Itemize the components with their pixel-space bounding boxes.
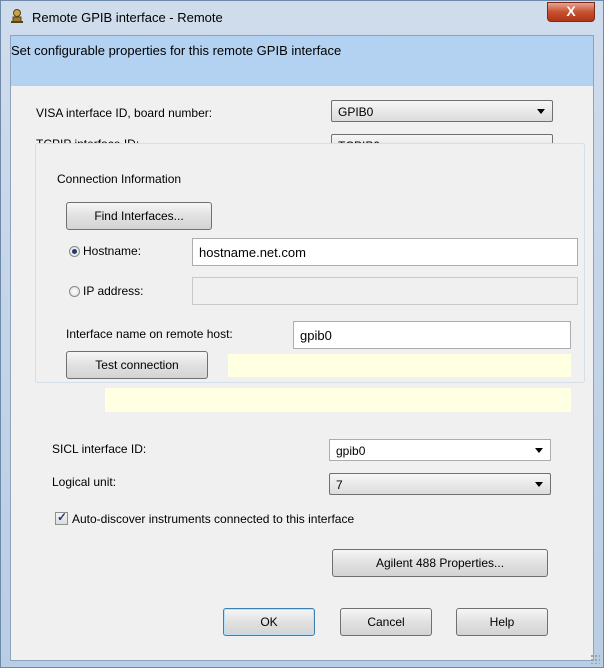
checkmark-icon: ✓ xyxy=(57,510,68,524)
test-connection-button[interactable]: Test connection xyxy=(66,351,208,379)
chevron-down-icon xyxy=(537,109,545,114)
radio-selected-dot xyxy=(72,249,77,254)
chevron-down-icon xyxy=(535,448,543,453)
close-icon: X xyxy=(566,3,576,19)
properties-label: Agilent 488 Properties... xyxy=(375,556,505,570)
hostname-radio[interactable] xyxy=(69,246,80,257)
chevron-down-icon xyxy=(535,482,543,487)
cancel-button[interactable]: Cancel xyxy=(340,608,432,636)
help-button[interactable]: Help xyxy=(456,608,548,636)
dialog-window: Remote GPIB interface - Remote X Set con… xyxy=(0,0,604,668)
help-label: Help xyxy=(489,615,515,629)
logical-unit-select[interactable]: 7 xyxy=(329,473,551,495)
sicl-interface-select[interactable]: gpib0 xyxy=(329,439,551,461)
find-interfaces-label: Find Interfaces... xyxy=(94,209,184,223)
connection-status-line-2 xyxy=(105,388,571,412)
header-banner: Set configurable properties for this rem… xyxy=(11,36,593,86)
auto-discover-label: Auto-discover instruments connected to t… xyxy=(72,512,355,526)
find-interfaces-button[interactable]: Find Interfaces... xyxy=(66,202,212,230)
auto-discover-checkbox[interactable]: ✓ xyxy=(55,510,68,525)
window-title: Remote GPIB interface - Remote xyxy=(32,10,223,25)
hostname-label: Hostname: xyxy=(83,244,142,258)
connection-group-title: Connection Information xyxy=(54,172,185,186)
title-bar[interactable]: Remote GPIB interface - Remote X xyxy=(1,1,603,35)
sicl-value: gpib0 xyxy=(336,444,366,458)
cancel-label: Cancel xyxy=(367,615,405,629)
ip-address-input[interactable] xyxy=(192,277,578,305)
remote-interface-name-input[interactable]: gpib0 xyxy=(293,321,571,349)
visa-value: GPIB0 xyxy=(338,105,374,119)
resize-grip-icon[interactable] xyxy=(590,654,600,664)
sicl-label: SICL interface ID: xyxy=(52,442,147,456)
interface-icon xyxy=(11,9,23,23)
test-connection-label: Test connection xyxy=(95,358,179,372)
visa-interface-select[interactable]: GPIB0 xyxy=(331,100,553,122)
agilent-488-properties-button[interactable]: Agilent 488 Properties... xyxy=(332,549,548,577)
banner-text: Set configurable properties for this rem… xyxy=(11,43,342,58)
logical-unit-label: Logical unit: xyxy=(52,475,117,489)
ip-address-radio[interactable] xyxy=(69,286,80,297)
remote-name-label: Interface name on remote host: xyxy=(66,327,233,341)
visa-label: VISA interface ID, board number: xyxy=(36,106,213,120)
hostname-input[interactable]: hostname.net.com xyxy=(192,238,578,266)
close-button[interactable]: X xyxy=(547,2,595,22)
ok-label: OK xyxy=(260,615,278,629)
connection-status-line-1 xyxy=(228,354,571,377)
ip-address-label: IP address: xyxy=(83,284,144,298)
logical-unit-value: 7 xyxy=(336,478,343,492)
ok-button[interactable]: OK xyxy=(223,608,315,636)
